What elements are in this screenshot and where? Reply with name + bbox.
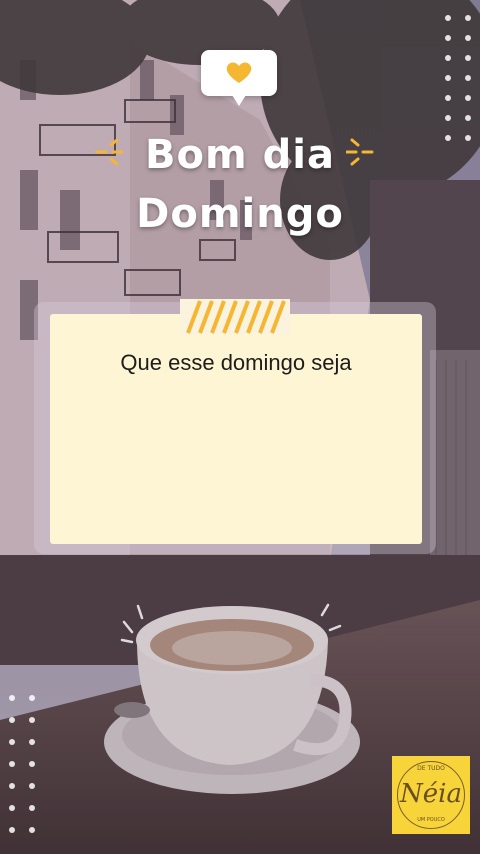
note-card [50, 314, 422, 544]
washi-tape-icon [180, 299, 290, 335]
logo-bottom-text: UM POUCO [417, 817, 445, 823]
dot-grid-icon [445, 15, 471, 141]
dot-grid-icon [9, 695, 35, 833]
heart-speech-bubble [201, 50, 277, 106]
logo-name: Néia [400, 779, 462, 809]
story-canvas: Bom dia Domingo Que esse domingo seja DE… [0, 0, 480, 854]
brand-logo: DE TUDO Néia UM POUCO [392, 756, 470, 834]
logo-top-text: DE TUDO [417, 765, 445, 772]
heart-icon [226, 62, 252, 83]
title-line-2: Domingo [136, 191, 344, 237]
note-message: Que esse domingo seja [120, 350, 352, 375]
title-line-1: Bom dia [145, 132, 335, 178]
